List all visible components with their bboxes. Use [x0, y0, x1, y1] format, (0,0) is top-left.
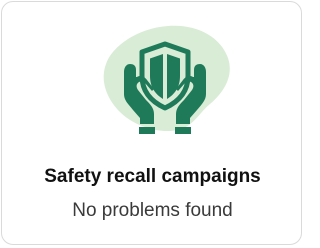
right-cuff [175, 127, 191, 134]
shield-hands-icon [103, 25, 230, 134]
icon-background-blob [103, 25, 230, 132]
card-status: No problems found [72, 200, 233, 221]
card-title: Safety recall campaigns [44, 166, 261, 187]
left-cuff [139, 127, 155, 134]
safety-recall-card[interactable]: Safety recall campaigns No problems foun… [1, 1, 302, 245]
